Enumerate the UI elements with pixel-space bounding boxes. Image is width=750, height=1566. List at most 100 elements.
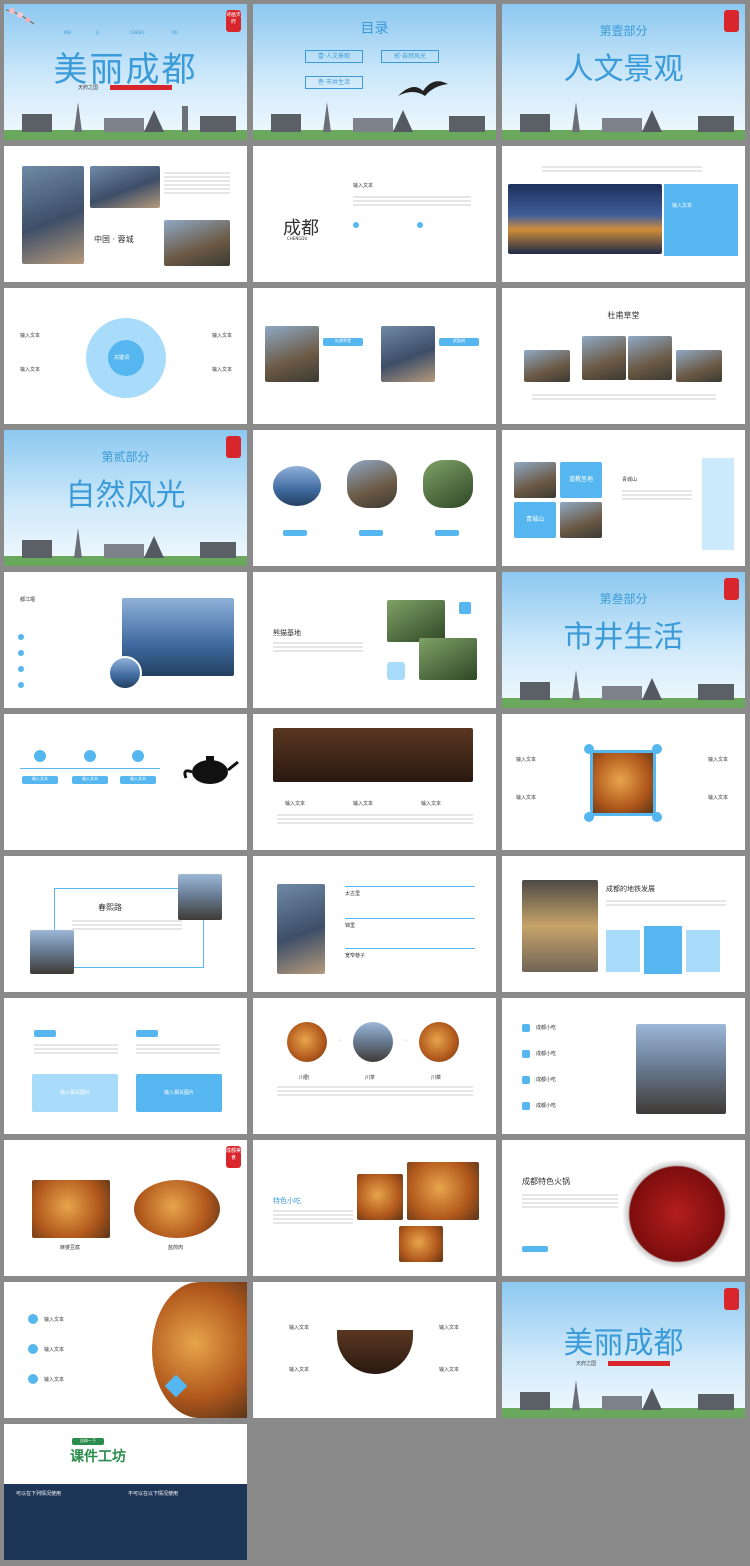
bullet-dot xyxy=(18,666,24,672)
district-heading: 宽窄巷子 xyxy=(345,953,366,959)
toc-item-2[interactable]: 贰·自然风光 xyxy=(381,50,439,63)
cover-red-bar xyxy=(110,85,172,90)
district-heading: 太古里 xyxy=(345,891,361,897)
dish-photo xyxy=(419,1022,459,1062)
slide-two-cards[interactable]: 输入相关图片 输入相关图片 xyxy=(4,998,247,1134)
saltfried-pork-photo xyxy=(134,1180,220,1238)
slide-teapot[interactable]: 输入文本 输入文本 输入文本 xyxy=(4,714,247,850)
label-button[interactable] xyxy=(283,530,307,536)
slide-nature-ink[interactable] xyxy=(253,430,496,566)
slide-temples[interactable]: 杜甫草堂 武侯祠 xyxy=(253,288,496,424)
column-heading: 输入文本 xyxy=(421,801,442,807)
slide-metro[interactable]: 成都的地铁发展 xyxy=(502,856,745,992)
slide-cooking[interactable]: 输入文本 输入文本 输入文本 xyxy=(4,1282,247,1418)
chengdu-logo-sub: CHENGDU xyxy=(287,236,308,241)
step-label: 输入文本 xyxy=(72,776,108,784)
opera-photo xyxy=(287,1022,327,1062)
slide-title: 熊猫基地 xyxy=(273,629,301,637)
slide-bridge[interactable]: 输入文本 xyxy=(502,146,745,282)
timeline-line xyxy=(20,768,160,769)
culture-label: 川菜 xyxy=(431,1075,442,1081)
pot-photo xyxy=(337,1330,413,1374)
slide-culture[interactable]: › › 川剧 川茶 川菜 xyxy=(253,998,496,1134)
list-item: 成都小吃 xyxy=(536,1025,557,1031)
thatched-cottage-photo xyxy=(524,350,570,382)
slide-qingcheng[interactable]: 道教圣地 青城山 青城山 xyxy=(502,430,745,566)
slide-hotpot[interactable]: 成都特色火锅 xyxy=(502,1140,745,1276)
slide-part3[interactable]: 第叁部分 市井生活 xyxy=(502,572,745,708)
slide-panda[interactable]: 熊猫基地 xyxy=(253,572,496,708)
street-photo xyxy=(164,220,230,266)
slide-keywords[interactable]: 关键词 输入文本 输入文本 输入文本 输入文本 xyxy=(4,288,247,424)
lake-circle-photo xyxy=(108,656,142,690)
text-label: 输入文本 xyxy=(439,1325,460,1331)
slide-title: 春熙路 xyxy=(98,903,122,912)
toc-item-3[interactable]: 叁·市井生活 xyxy=(305,76,363,89)
tea-photo xyxy=(353,1022,393,1062)
slide-pot-center[interactable]: 输入文本 输入文本 输入文本 输入文本 xyxy=(253,1282,496,1418)
slide-dufu[interactable]: 杜甫草堂 xyxy=(502,288,745,424)
part2-label: 第贰部分 xyxy=(101,450,150,464)
bullet-dot xyxy=(18,650,24,656)
slide-ending[interactable]: 美丽成都 天府之国 xyxy=(502,1282,745,1418)
dish-caption: 麻婆豆腐 xyxy=(60,1245,81,1251)
slide-chunxi[interactable]: 春熙路 xyxy=(4,856,247,992)
slide-dishes[interactable]: 成都美食 麻婆豆腐 盐煎肉 xyxy=(4,1140,247,1276)
decor-square xyxy=(387,662,405,680)
culture-label: 川茶 xyxy=(365,1075,376,1081)
slide-snacks-list[interactable]: 成都小吃 成都小吃 成都小吃 成都小吃 xyxy=(502,998,745,1134)
image-placeholder[interactable]: 输入相关图片 xyxy=(32,1074,118,1112)
toc-item-1[interactable]: 壹·人文景观 xyxy=(305,50,363,63)
slide-part1[interactable]: 第壹部分 人文景观 xyxy=(502,4,745,140)
text-panel xyxy=(664,184,738,256)
cherry-blossom-icon xyxy=(6,8,35,25)
skyline-illustration xyxy=(502,1380,745,1418)
slide-title: 成都特色火锅 xyxy=(522,1177,570,1186)
stat-card xyxy=(686,930,720,972)
slide-logo[interactable]: 成都 CHENGDU 输入文本 xyxy=(253,146,496,282)
slide-specialty-snacks[interactable]: 特色小吃 xyxy=(253,1140,496,1276)
more-button[interactable] xyxy=(522,1246,548,1252)
text-label: 输入文本 xyxy=(44,1377,65,1383)
stat-card-active xyxy=(644,926,682,974)
step-circle xyxy=(84,750,96,762)
slide-districts[interactable]: 太古里 锦里 宽窄巷子 xyxy=(253,856,496,992)
teapot-icon xyxy=(183,756,239,784)
slide-dujiangyan[interactable]: 都江堰 xyxy=(4,572,247,708)
slide-ad[interactable]: 自体一下 课件工坊 可以在下列情况使用 不可以在以下情况使用 xyxy=(4,1424,247,1560)
slide-tea-ceremony[interactable]: 输入文本 输入文本 输入文本 xyxy=(253,714,496,850)
mountain-photo xyxy=(514,462,556,498)
city-caption: 中国 · 蓉城 xyxy=(94,235,134,244)
image-placeholder[interactable]: 输入相关图片 xyxy=(136,1074,222,1112)
slide-city-intro[interactable]: 中国 · 蓉城 xyxy=(4,146,247,282)
slide-title: 成都的地铁发展 xyxy=(606,885,655,893)
ink-panda-photo xyxy=(423,460,473,508)
tag-qingcheng: 青城山 xyxy=(514,502,556,538)
thatched-cottage-photo xyxy=(582,336,626,380)
slide-toc[interactable]: 目录 壹·人文景观 贰·自然风光 叁·市井生活 xyxy=(253,4,496,140)
step-circle xyxy=(132,750,144,762)
skyline-illustration xyxy=(253,102,496,140)
list-icon xyxy=(522,1024,530,1032)
city-photo xyxy=(22,166,84,264)
street-photo xyxy=(178,874,222,920)
keyword-label: 输入文本 xyxy=(20,333,41,339)
slide-part2[interactable]: 第贰部分 自然风光 xyxy=(4,430,247,566)
thatched-cottage-photo xyxy=(628,336,672,380)
part3-label: 第叁部分 xyxy=(599,592,648,606)
card-tag xyxy=(34,1030,56,1037)
slide-title: 特色小吃 xyxy=(273,1197,301,1205)
list-icon xyxy=(522,1102,530,1110)
slide-spices[interactable]: 输入文本 输入文本 输入文本 输入文本 xyxy=(502,714,745,850)
text-label: 输入文本 xyxy=(289,1367,310,1373)
label-button[interactable] xyxy=(359,530,383,536)
list-item: 成都小吃 xyxy=(536,1051,557,1057)
ink-temple-photo xyxy=(347,460,397,508)
label-button[interactable] xyxy=(435,530,459,536)
step-label: 输入文本 xyxy=(120,776,156,784)
ending-subtitle: 天府之国 xyxy=(576,1361,597,1367)
list-icon xyxy=(522,1076,530,1084)
ad-left-title: 可以在下列情况使用 xyxy=(16,1491,62,1497)
slide-cover[interactable]: 美丽成都 MEI LI CHENG DU 天府之国 诗画天府 xyxy=(4,4,247,140)
chevron-right-icon: › xyxy=(339,1038,341,1044)
